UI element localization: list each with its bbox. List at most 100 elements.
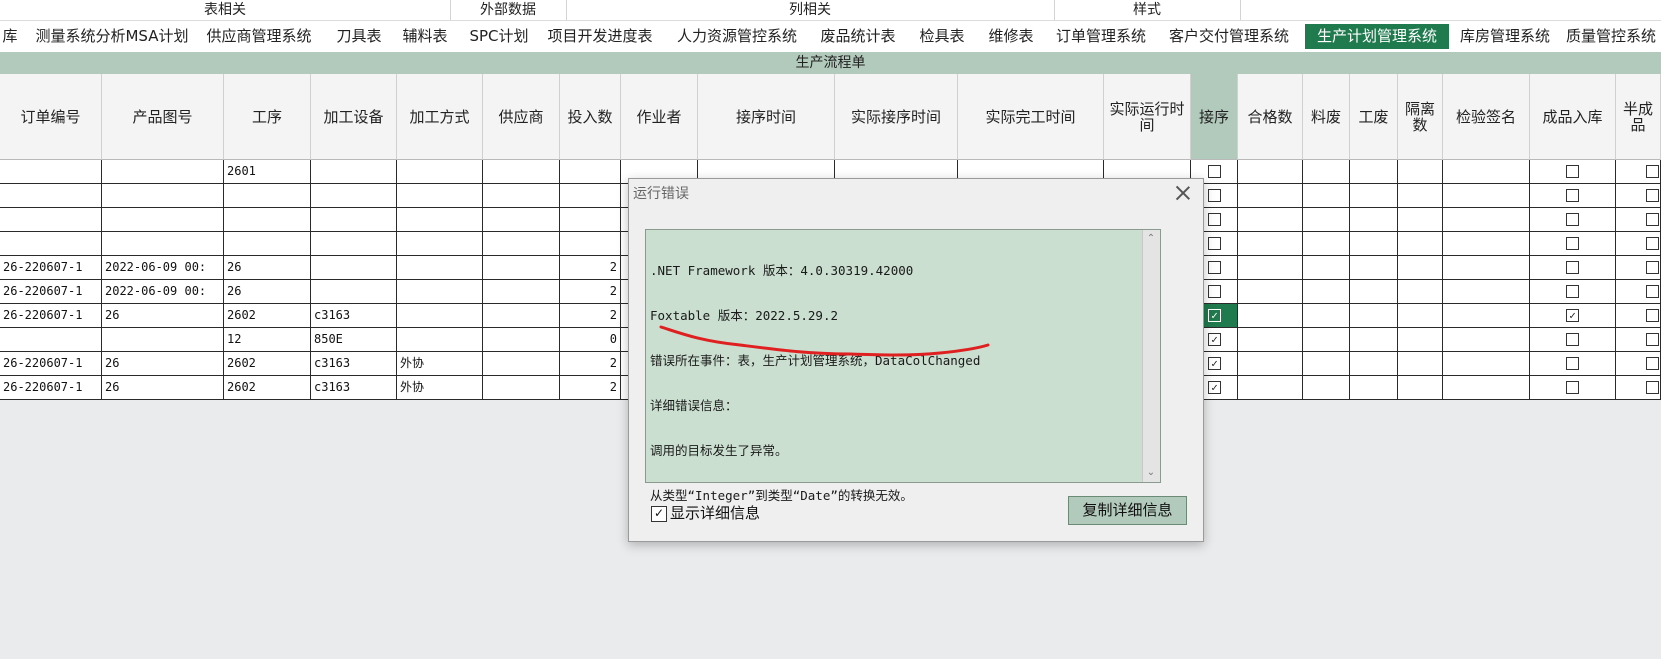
checkbox-icon[interactable] (1646, 285, 1659, 298)
grid-cell[interactable] (397, 208, 483, 232)
column-header-input-qty[interactable]: 投入数 (560, 74, 621, 160)
grid-cell[interactable] (483, 184, 560, 208)
grid-cell[interactable]: 26 (224, 256, 311, 280)
column-header-work-scrap[interactable]: 工废 (1350, 74, 1398, 160)
grid-cell[interactable]: 2 (560, 256, 621, 280)
grid-cell[interactable] (1238, 256, 1303, 280)
grid-cell[interactable] (311, 232, 397, 256)
error-details-textbox[interactable]: .NET Framework 版本：4.0.30319.42000 Foxtab… (645, 229, 1161, 503)
grid-cell[interactable] (0, 160, 102, 184)
grid-cell[interactable] (560, 184, 621, 208)
grid-cell[interactable] (1303, 280, 1350, 304)
grid-cell[interactable] (0, 184, 102, 208)
grid-cell[interactable] (224, 208, 311, 232)
column-header-inspector-sign[interactable]: 检验签名 (1443, 74, 1530, 160)
grid-cell[interactable] (1443, 304, 1530, 328)
column-header-supplier[interactable]: 供应商 (483, 74, 560, 160)
grid-cell[interactable] (1530, 352, 1616, 376)
checkbox-icon[interactable] (1208, 165, 1221, 178)
tab-warehouse-management[interactable]: 库房管理系统 (1453, 24, 1557, 49)
grid-cell[interactable] (483, 304, 560, 328)
checkbox-icon[interactable] (1208, 189, 1221, 202)
scroll-down-icon[interactable]: ⌄ (1146, 468, 1156, 478)
grid-cell[interactable]: c3163 (311, 352, 397, 376)
grid-cell[interactable] (1303, 256, 1350, 280)
column-header-semi-finished[interactable]: 半成品 (1616, 74, 1661, 160)
tab-scrap-statistics[interactable]: 废品统计表 (818, 24, 898, 49)
grid-cell[interactable] (224, 184, 311, 208)
grid-cell[interactable] (1398, 304, 1443, 328)
checked-checkbox-icon[interactable]: ✓ (1208, 309, 1221, 322)
grid-cell[interactable] (1398, 208, 1443, 232)
grid-cell[interactable]: 2 (560, 352, 621, 376)
grid-cell[interactable] (1350, 328, 1398, 352)
grid-cell[interactable] (560, 232, 621, 256)
grid-cell[interactable]: ✓ (1530, 304, 1616, 328)
grid-cell[interactable] (1398, 280, 1443, 304)
grid-cell[interactable] (1238, 208, 1303, 232)
grid-cell[interactable] (1350, 160, 1398, 184)
grid-cell[interactable] (1303, 328, 1350, 352)
grid-cell[interactable] (1616, 280, 1661, 304)
tab-gauge-table[interactable]: 检具表 (914, 24, 970, 49)
grid-cell[interactable]: 2 (560, 304, 621, 328)
grid-cell[interactable] (1616, 184, 1661, 208)
grid-cell[interactable] (311, 160, 397, 184)
column-header-process[interactable]: 工序 (224, 74, 311, 160)
tab-order-management[interactable]: 订单管理系统 (1053, 24, 1149, 49)
checked-checkbox-icon[interactable]: ✓ (1208, 357, 1221, 370)
grid-cell[interactable] (397, 232, 483, 256)
grid-cell[interactable] (1303, 160, 1350, 184)
grid-cell[interactable] (1303, 352, 1350, 376)
grid-cell[interactable] (1398, 352, 1443, 376)
grid-cell[interactable] (483, 208, 560, 232)
grid-cell[interactable]: 2022-06-09 00: (102, 280, 224, 304)
tab-maintenance[interactable]: 维修表 (983, 24, 1039, 49)
grid-cell[interactable] (102, 328, 224, 352)
grid-cell[interactable]: 26-220607-1 (0, 280, 102, 304)
grid-cell[interactable] (311, 256, 397, 280)
grid-cell[interactable] (102, 160, 224, 184)
grid-cell[interactable]: 2601 (224, 160, 311, 184)
tab-quality-control[interactable]: 质量管控系统 (1566, 24, 1661, 49)
grid-cell[interactable] (1350, 352, 1398, 376)
checkbox-icon[interactable] (1566, 213, 1579, 226)
grid-cell[interactable] (1616, 376, 1661, 400)
grid-cell[interactable] (1398, 328, 1443, 352)
checkbox-icon[interactable] (1208, 237, 1221, 250)
checkbox-icon[interactable] (1566, 189, 1579, 202)
grid-cell[interactable]: 12 (224, 328, 311, 352)
copy-details-button[interactable]: 复制详细信息 (1068, 496, 1187, 525)
grid-cell[interactable] (102, 208, 224, 232)
grid-cell[interactable] (1616, 232, 1661, 256)
column-header-equipment[interactable]: 加工设备 (311, 74, 397, 160)
grid-cell[interactable]: 850E (311, 328, 397, 352)
grid-cell[interactable] (1398, 256, 1443, 280)
checked-checkbox-icon[interactable]: ✓ (1208, 381, 1221, 394)
tab-msa-plan[interactable]: 测量系统分析MSA计划 (33, 24, 191, 49)
tab-spc-plan[interactable]: SPC计划 (466, 24, 532, 49)
grid-cell[interactable] (1443, 232, 1530, 256)
column-header-material-scrap[interactable]: 料废 (1303, 74, 1350, 160)
grid-cell[interactable] (1303, 232, 1350, 256)
grid-cell[interactable] (102, 232, 224, 256)
checkbox-icon[interactable] (1646, 357, 1659, 370)
tab-warehouse[interactable]: 库 (0, 24, 20, 49)
scroll-up-icon[interactable]: ⌃ (1146, 234, 1156, 244)
checked-checkbox-icon[interactable]: ✓ (1208, 333, 1221, 346)
close-icon[interactable] (1175, 185, 1191, 201)
grid-cell[interactable] (1238, 376, 1303, 400)
column-header-receive[interactable]: 接序 (1191, 74, 1238, 160)
grid-cell[interactable] (1616, 304, 1661, 328)
grid-cell[interactable]: 26 (102, 304, 224, 328)
grid-cell[interactable] (1443, 352, 1530, 376)
grid-cell[interactable]: 26 (224, 280, 311, 304)
column-header-receive-time[interactable]: 接序时间 (698, 74, 835, 160)
grid-cell[interactable] (1616, 208, 1661, 232)
grid-cell[interactable] (1350, 232, 1398, 256)
checkbox-icon[interactable] (1566, 381, 1579, 394)
grid-cell[interactable] (1443, 280, 1530, 304)
checkbox-icon[interactable] (1208, 261, 1221, 274)
checkbox-icon[interactable] (1566, 165, 1579, 178)
grid-cell[interactable] (1530, 160, 1616, 184)
